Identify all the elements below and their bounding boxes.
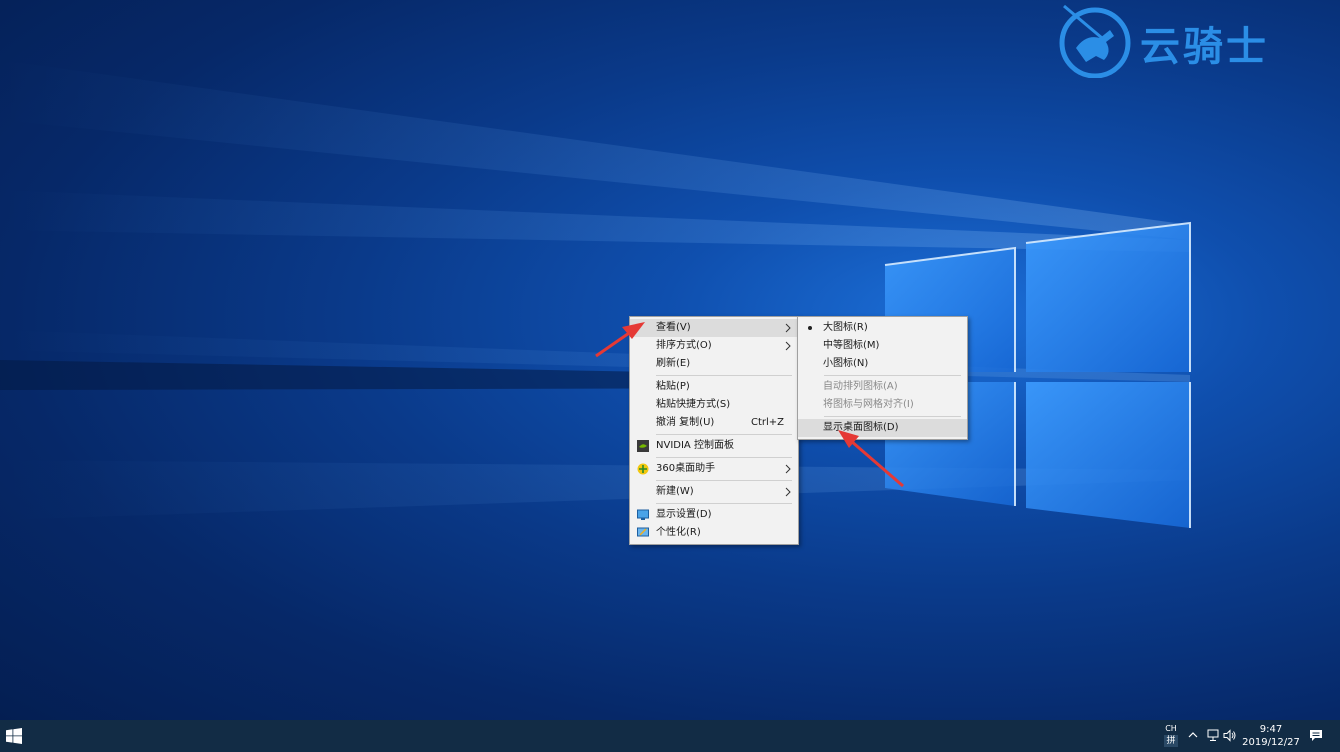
menu-item-label: 刷新(E): [656, 358, 691, 369]
menu-separator: [656, 457, 792, 458]
menu-item-label: 查看(V): [656, 322, 691, 333]
ime-indicator[interactable]: CH 拼: [1164, 723, 1178, 747]
menu-item-label: 个性化(R): [656, 527, 701, 538]
menu-item-label: 粘贴(P): [656, 381, 690, 392]
chevron-right-icon: [785, 487, 791, 497]
knight-logo-icon: [1059, 4, 1131, 78]
menu-item-shortcut: Ctrl+Z: [750, 417, 784, 428]
volume-icon[interactable]: [1223, 729, 1237, 742]
menu-item-display-settings[interactable]: 显示设置(D): [630, 506, 798, 524]
taskbar-clock[interactable]: 9:47 2019/12/27: [1240, 723, 1302, 749]
display-settings-icon: [637, 509, 649, 520]
menu-item-label: 中等图标(M): [823, 340, 880, 351]
menu-item-undo-copy[interactable]: 撤消 复制(U) Ctrl+Z: [630, 414, 798, 432]
clock-time: 9:47: [1259, 724, 1283, 735]
chevron-right-icon: [785, 464, 791, 474]
menu-item-sort-by[interactable]: 排序方式(O): [630, 337, 798, 355]
menu-item-label: 粘贴快捷方式(S): [656, 399, 731, 410]
menu-item-nvidia-control-panel[interactable]: NVIDIA 控制面板: [630, 437, 798, 455]
nvidia-icon: [637, 440, 649, 452]
menu-item-label: 显示桌面图标(D): [823, 422, 899, 433]
menu-item-label: 将图标与网格对齐(I): [823, 399, 914, 410]
menu-item-new[interactable]: 新建(W): [630, 483, 798, 501]
submenu-item-small-icons[interactable]: 小图标(N): [798, 355, 967, 373]
chevron-up-icon[interactable]: [1188, 730, 1198, 740]
menu-item-label: NVIDIA 控制面板: [656, 440, 734, 451]
menu-item-label: 小图标(N): [823, 358, 869, 369]
desktop-context-menu: 查看(V) 排序方式(O) 刷新(E) 粘贴(P) 粘贴快捷方式(S) 撤消 复…: [629, 316, 799, 545]
menu-item-paste-shortcut[interactable]: 粘贴快捷方式(S): [630, 396, 798, 414]
watermark-text: 云骑士: [1140, 24, 1269, 70]
submenu-item-show-desktop-icons[interactable]: 显示桌面图标(D): [798, 419, 967, 437]
windows-start-icon[interactable]: [6, 728, 22, 744]
clock-date: 2019/12/27: [1242, 737, 1300, 748]
submenu-item-align-to-grid[interactable]: 将图标与网格对齐(I): [798, 396, 967, 414]
360-icon: [637, 463, 649, 475]
submenu-item-auto-arrange[interactable]: 自动排列图标(A): [798, 378, 967, 396]
menu-item-personalize[interactable]: 个性化(R): [630, 524, 798, 542]
menu-item-label: 360桌面助手: [656, 463, 716, 474]
taskbar: CH 拼 9:47 2019/12/27: [0, 720, 1340, 752]
menu-separator: [656, 434, 792, 435]
menu-item-label: 新建(W): [656, 486, 694, 497]
menu-item-360-desktop-assistant[interactable]: 360桌面助手: [630, 460, 798, 478]
ime-mode-label: 拼: [1164, 735, 1178, 747]
menu-separator: [824, 375, 961, 376]
menu-separator: [656, 375, 792, 376]
menu-separator: [656, 480, 792, 481]
menu-item-view[interactable]: 查看(V): [630, 319, 798, 337]
menu-item-label: 排序方式(O): [656, 340, 712, 351]
menu-item-label: 自动排列图标(A): [823, 381, 898, 392]
personalize-icon: [637, 527, 649, 537]
menu-item-paste[interactable]: 粘贴(P): [630, 378, 798, 396]
menu-separator: [824, 416, 961, 417]
action-center-icon[interactable]: [1309, 729, 1323, 742]
menu-item-label: 显示设置(D): [656, 509, 712, 520]
desktop[interactable]: 云骑士 查看(V) 排序方式(O) 刷新(E) 粘贴(P) 粘贴快捷方式(S) …: [0, 0, 1340, 720]
submenu-item-large-icons[interactable]: 大图标(R): [798, 319, 967, 337]
menu-separator: [656, 503, 792, 504]
network-icon[interactable]: [1206, 729, 1220, 742]
chevron-right-icon: [785, 323, 791, 333]
menu-item-label: 撤消 复制(U): [656, 417, 715, 428]
menu-item-refresh[interactable]: 刷新(E): [630, 355, 798, 373]
radio-bullet-icon: [808, 326, 812, 330]
view-submenu: 大图标(R) 中等图标(M) 小图标(N) 自动排列图标(A) 将图标与网格对齐…: [797, 316, 968, 440]
ime-language-label: CH: [1165, 724, 1177, 733]
chevron-right-icon: [785, 341, 791, 351]
menu-item-label: 大图标(R): [823, 322, 868, 333]
submenu-item-medium-icons[interactable]: 中等图标(M): [798, 337, 967, 355]
